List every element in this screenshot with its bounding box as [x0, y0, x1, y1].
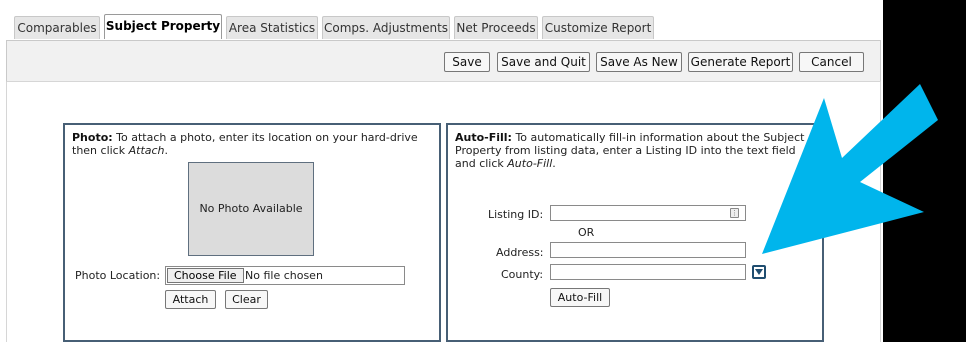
address-label: Address: [496, 246, 544, 259]
no-file-chosen-text: No file chosen [245, 269, 323, 282]
tab-comparables[interactable]: Comparables [14, 16, 100, 39]
tab-net-proceeds[interactable]: Net Proceeds [454, 16, 538, 39]
save-and-quit-button[interactable]: Save and Quit [497, 52, 590, 72]
photo-description: Photo: To attach a photo, enter its loca… [72, 131, 418, 157]
photo-placeholder: No Photo Available [188, 162, 314, 256]
photo-panel: Photo: To attach a photo, enter its loca… [63, 123, 441, 342]
county-label: County: [501, 268, 544, 281]
attach-button[interactable]: Attach [165, 290, 216, 309]
tab-area-statistics[interactable]: Area Statistics [226, 16, 318, 39]
auto-fill-button[interactable]: Auto-Fill [550, 288, 610, 307]
tab-customize-report[interactable]: Customize Report [542, 16, 654, 39]
cancel-button[interactable]: Cancel [799, 52, 864, 72]
listing-id-label: Listing ID: [488, 208, 544, 221]
address-input[interactable] [550, 242, 746, 258]
choose-file-button[interactable]: Choose File [167, 268, 244, 283]
listing-id-input[interactable]: ⋮ [550, 205, 746, 221]
county-dropdown-icon[interactable] [752, 265, 766, 279]
generate-report-button[interactable]: Generate Report [688, 52, 793, 72]
photo-file-input[interactable]: Choose File No file chosen [165, 266, 405, 285]
clear-button[interactable]: Clear [225, 290, 268, 309]
save-as-new-button[interactable]: Save As New [596, 52, 682, 72]
annotation-arrow-icon [762, 84, 938, 254]
tab-comps-adjustments[interactable]: Comps. Adjustments [322, 16, 450, 39]
county-input[interactable] [550, 264, 746, 280]
or-separator: OR [578, 226, 595, 239]
toolbar: Save Save and Quit Save As New Generate … [6, 40, 881, 82]
save-button[interactable]: Save [444, 52, 490, 72]
tab-subject-property[interactable]: Subject Property [104, 14, 222, 39]
keyboard-icon[interactable]: ⋮ [730, 208, 739, 218]
photo-location-label: Photo Location: [75, 269, 161, 282]
